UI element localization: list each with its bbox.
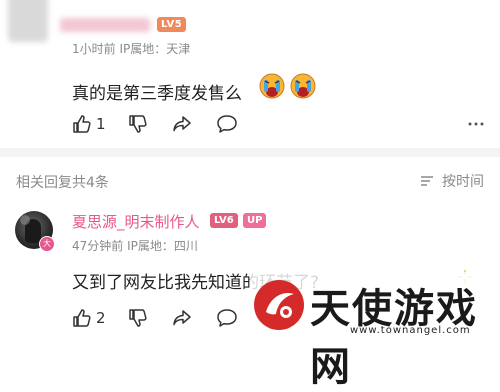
watermark-url: www.townangel.com: [350, 325, 471, 336]
blurred-username: [60, 18, 150, 32]
like-icon[interactable]: [72, 114, 92, 134]
up-badge: UP: [243, 213, 267, 228]
dislike-icon[interactable]: [128, 114, 148, 134]
avatar-verified-badge: 大: [39, 236, 55, 252]
comment-meta: 1小时前 IP属地：天津: [72, 42, 191, 56]
share-icon[interactable]: [172, 114, 192, 134]
watermark: 天使游戏网 www.townangel.com: [250, 272, 500, 390]
comment-actions: 1: [0, 110, 500, 140]
avatar-highlight: [20, 215, 30, 225]
level-badge: LV6: [210, 213, 238, 228]
dislike-icon[interactable]: [128, 308, 148, 328]
reply-icon[interactable]: [216, 114, 238, 134]
like-count: 2: [96, 309, 106, 327]
level-badge: LV5: [157, 17, 187, 32]
blurred-avatar: [8, 0, 48, 42]
reply-icon[interactable]: [216, 308, 238, 328]
reply-meta: 47分钟前 IP属地：四川: [72, 239, 198, 253]
section-divider: [0, 148, 500, 157]
reply-author-name[interactable]: 夏思源_明末制作人: [72, 211, 200, 232]
like-icon[interactable]: [72, 308, 92, 328]
sort-icon: [421, 176, 433, 186]
watermark-logo-icon: [254, 280, 304, 330]
share-icon[interactable]: [172, 308, 192, 328]
comment-text: 真的是第三季度发售么: [72, 84, 242, 104]
replies-count-label: 相关回复共4条: [16, 175, 109, 191]
more-options-icon[interactable]: [468, 122, 484, 126]
sort-label: 按时间: [442, 174, 484, 190]
crying-face-emoji: [259, 73, 285, 99]
like-count: 1: [96, 115, 106, 133]
crying-face-emoji: [290, 73, 316, 99]
sort-toggle[interactable]: 按时间: [420, 171, 492, 191]
